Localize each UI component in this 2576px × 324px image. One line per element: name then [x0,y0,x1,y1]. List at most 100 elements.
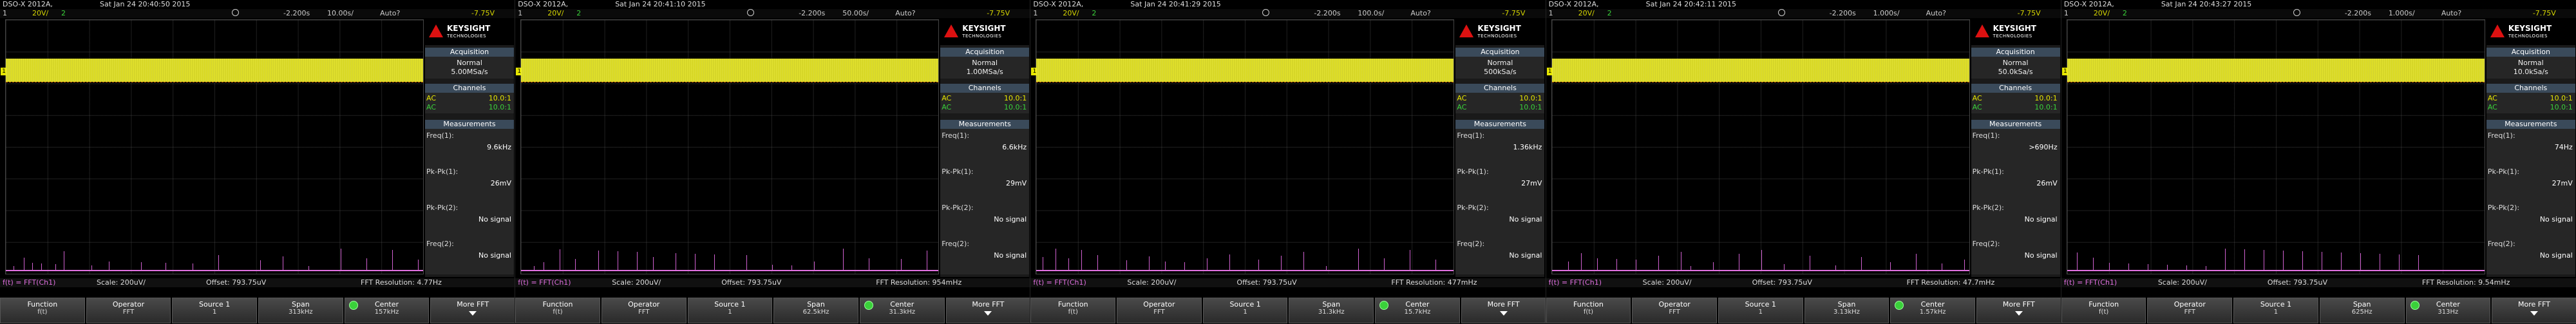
trigger-level[interactable]: -7.75V [2018,9,2041,18]
softkey-source-1[interactable]: Source 11 [1718,298,1803,323]
softkey-more-fft[interactable]: More FFT [430,298,515,323]
acquisition-header[interactable]: Acquisition [1455,48,1545,57]
fft-status-bar: f(t) = FFT(Ch1) Scale: 200uV/ Offset: 79… [0,278,515,287]
timebase[interactable]: 50.00s/ [842,9,869,18]
channel-row[interactable]: AC 10.0:1 [426,94,513,103]
fft-source: f(t) = FFT(Ch1) [3,278,56,287]
softkey-operator[interactable]: Operator FFT [2147,298,2233,323]
measurements-header[interactable]: Measurements [940,120,1030,129]
ch2-label[interactable]: 2 [1092,9,1096,18]
softkey-span[interactable]: Span 62.5kHz [773,298,858,323]
trigger-mode[interactable]: Auto? [895,9,915,18]
horizontal-delay[interactable]: -2.200s [283,9,310,18]
trigger-level[interactable]: -7.75V [2533,9,2556,18]
softkey-center[interactable]: Center 31.3kHz [859,298,945,323]
softkey-span[interactable]: Span 625Hz [2319,298,2405,323]
softkey-function[interactable]: Function f(t) [1030,298,1116,323]
softkey-function[interactable]: Function f(t) [1546,298,1631,323]
softkey-center[interactable]: Center 15.7kHz [1375,298,1460,323]
softkey-operator[interactable]: Operator FFT [1632,298,1717,323]
channel-row[interactable]: AC 10.0:1 [1973,103,2059,112]
channel-row[interactable]: AC 10.0:1 [2488,94,2574,103]
ch1-scale[interactable]: 1 [2064,9,2069,18]
trigger-mode[interactable]: Auto? [2441,9,2461,18]
softkey-more-fft[interactable]: More FFT [1461,298,1546,323]
softkey-operator[interactable]: Operator FFT [601,298,687,323]
acquisition-header[interactable]: Acquisition [1971,48,2060,57]
trigger-mode[interactable]: Auto? [1926,9,1946,18]
waveform-display[interactable]: 1 [1546,19,1970,274]
channel-row[interactable]: AC 10.0:1 [1457,103,1543,112]
trigger-level[interactable]: -7.75V [471,9,495,18]
measurement-value: 74Hz [2554,143,2573,151]
softkey-function[interactable]: Function f(t) [2061,298,2146,323]
ch2-label[interactable]: 2 [1607,9,1612,18]
ch1-volts-per-div[interactable]: 20V/ [547,9,564,18]
horizontal-delay[interactable]: -2.200s [2345,9,2371,18]
channel-row[interactable]: AC 10.0:1 [942,103,1028,112]
channel-row[interactable]: AC 10.0:1 [942,94,1028,103]
timebase[interactable]: 1.000s/ [2389,9,2415,18]
channels-header[interactable]: Channels [1971,84,2060,93]
waveform-display[interactable]: 1 [2061,19,2485,274]
fft-spike [55,264,56,270]
horizontal-delay[interactable]: -2.200s [799,9,825,18]
channel-row[interactable]: AC 10.0:1 [1973,94,2059,103]
ch1-volts-per-div[interactable]: 20V/ [1063,9,1079,18]
waveform-display[interactable]: 1 [1,19,424,274]
acquisition-header[interactable]: Acquisition [940,48,1030,57]
timebase[interactable]: 1.000s/ [1873,9,1900,18]
trigger-level[interactable]: -7.75V [987,9,1010,18]
acquisition-header[interactable]: Acquisition [425,48,514,57]
horizontal-delay[interactable]: -2.200s [1314,9,1340,18]
softkey-span[interactable]: Span 31.3kHz [1289,298,1374,323]
ch1-volts-per-div[interactable]: 20V/ [1578,9,1595,18]
ch1-scale[interactable]: 1 [1033,9,1037,18]
timebase[interactable]: 100.0s/ [1358,9,1384,18]
softkey-operator[interactable]: Operator FFT [86,298,171,323]
ch1-volts-per-div[interactable]: 20V/ [32,9,48,18]
softkey-more-fft[interactable]: More FFT [945,298,1030,323]
softkey-center[interactable]: Center 1.57kHz [1890,298,1975,323]
softkey-source-1[interactable]: Source 11 [687,298,773,323]
trigger-mode[interactable]: Auto? [380,9,400,18]
channel-row[interactable]: AC 10.0:1 [1457,94,1543,103]
ch1-scale[interactable]: 1 [1549,9,1553,18]
channels-header[interactable]: Channels [425,84,514,93]
softkey-menu: Function f(t) Operator FFT Source 1 1 Span 62.5… [515,298,1030,323]
softkey-source-1[interactable]: Source 11 [2233,298,2318,323]
timebase[interactable]: 10.00s/ [327,9,354,18]
softkey-function[interactable]: Function f(t) [0,298,85,323]
waveform-display[interactable]: 1 [1031,19,1455,274]
softkey-more-fft[interactable]: More FFT [2492,298,2576,323]
softkey-operator[interactable]: Operator FFT [1117,298,1202,323]
channels-header[interactable]: Channels [940,84,1030,93]
channel-row[interactable]: AC 10.0:1 [2488,103,2574,112]
trigger-mode[interactable]: Auto? [1410,9,1430,18]
waveform-display[interactable]: 1 [516,19,940,274]
trigger-level[interactable]: -7.75V [1502,9,1525,18]
horizontal-delay[interactable]: -2.200s [1830,9,1856,18]
softkey-span[interactable]: Span 3.13kHz [1804,298,1889,323]
channel-row[interactable]: AC 10.0:1 [426,103,513,112]
measurements-header[interactable]: Measurements [1971,120,2060,129]
softkey-center[interactable]: Center 157kHz [344,298,430,323]
softkey-source-1[interactable]: Source 11 [1202,298,1288,323]
measurements-header[interactable]: Measurements [2486,120,2575,129]
softkey-span[interactable]: Span 313kHz [258,298,343,323]
channels-header[interactable]: Channels [2486,84,2575,93]
ch1-scale[interactable]: 1 [3,9,7,18]
ch1-volts-per-div[interactable]: 20V/ [2094,9,2110,18]
measurements-header[interactable]: Measurements [425,120,514,129]
acquisition-header[interactable]: Acquisition [2486,48,2575,57]
ch1-scale[interactable]: 1 [518,9,522,18]
softkey-function[interactable]: Function f(t) [515,298,600,323]
measurements-header[interactable]: Measurements [1455,120,1545,129]
softkey-source-1[interactable]: Source 11 [172,298,258,323]
ch2-label[interactable]: 2 [2123,9,2127,18]
softkey-center[interactable]: Center 313Hz [2405,298,2491,323]
ch2-label[interactable]: 2 [576,9,581,18]
ch2-label[interactable]: 2 [61,9,66,18]
channels-header[interactable]: Channels [1455,84,1545,93]
softkey-more-fft[interactable]: More FFT [1976,298,2061,323]
